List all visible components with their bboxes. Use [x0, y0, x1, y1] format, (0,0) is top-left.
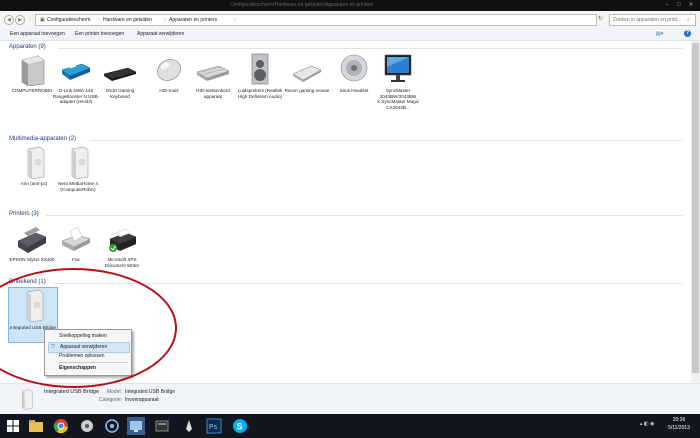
close-button[interactable]: ✕ [686, 2, 696, 8]
skype-icon[interactable]: S [231, 417, 249, 435]
title-bar: Configuratiescherm\Hardware en geluiden\… [0, 0, 700, 11]
mouse-icon [292, 65, 322, 82]
vertical-scrollbar[interactable] [691, 41, 700, 383]
keyboard-icon [104, 67, 136, 81]
search-icon: ⌕ [687, 17, 690, 23]
device-label: COMPUTERROBIN [11, 88, 53, 93]
usb-bridge-icon [22, 389, 33, 410]
keyboard-icon [197, 65, 229, 81]
device-label: G510 Gaming Keyboard [105, 88, 135, 99]
forward-button[interactable]: ▶ [15, 15, 25, 25]
device-label: D-Link DWA-140 RangeBooster N USB-adapte… [52, 88, 100, 105]
device-label: Sirus Headset [339, 88, 369, 93]
audio-app-icon[interactable] [153, 417, 171, 435]
network-icon[interactable] [103, 417, 121, 435]
section-printers[interactable]: Printers (3) [9, 211, 39, 217]
window-title: Configuratiescherm\Hardware en geluiden\… [230, 2, 374, 8]
details-pane: Integrated USB Bridge Model: Integrated … [0, 383, 700, 415]
details-device-name: Integrated USB Bridge [44, 389, 100, 395]
refresh-icon[interactable]: ↻ [598, 15, 603, 22]
media-server-icon [27, 146, 45, 179]
scrollbar-thumb[interactable] [692, 43, 699, 373]
control-panel-icon: ▣ [40, 17, 45, 23]
back-button[interactable]: ◀ [4, 15, 14, 25]
printer-icon [17, 227, 47, 253]
speaker-icon [251, 53, 269, 85]
svg-text:Ps: Ps [209, 424, 218, 431]
section-divider [54, 283, 683, 284]
remove-device-button[interactable]: Apparaat verwijderen [137, 31, 184, 37]
explorer-icon[interactable] [27, 417, 45, 435]
section-divider [90, 140, 683, 141]
section-divider [58, 48, 683, 49]
control-panel-icon[interactable] [127, 417, 145, 435]
breadcrumb-separator-icon: › [164, 17, 166, 23]
device-label: Recon gaming mouse [284, 88, 330, 93]
media-icon[interactable] [78, 417, 96, 435]
device-label: HID-toetsenbord apparaat [196, 88, 230, 99]
up-button[interactable]: ↑ [26, 15, 34, 23]
details-model-value: Integrated USB Bridge [125, 389, 176, 395]
device-label: SyncMaster 2043BW/2043BW X,SyncMaster Ma… [376, 88, 420, 110]
computer-icon [21, 55, 45, 86]
start-button-icon[interactable] [4, 417, 22, 435]
taskbar: Ps S ▴ ◧ ◉ 20:36 5/11/2013 [0, 414, 700, 438]
clock-time: 20:36 [672, 417, 686, 423]
breadcrumb-hardware[interactable]: Hardware en geluiden [103, 17, 152, 23]
section-devices[interactable]: Apparaten (9) [9, 44, 46, 50]
command-bar: Een apparaat toevoegen Een printer toevo… [0, 28, 700, 41]
add-device-button[interactable]: Een apparaat toevoegen [10, 31, 65, 37]
maximize-button[interactable]: □ [674, 2, 684, 8]
address-bar[interactable]: ▣ Configuratiescherm › Hardware en gelui… [35, 14, 597, 26]
view-options-icon[interactable]: ▤▾ [656, 31, 663, 37]
usb-adapter-icon [61, 63, 91, 80]
section-divider [46, 215, 683, 216]
breadcrumb-separator-icon: › [98, 17, 100, 23]
svg-text:S: S [237, 422, 243, 432]
tray-icons[interactable]: ▴ ◧ ◉ [640, 421, 654, 427]
search-placeholder: Zoeken in apparaten en print... [613, 17, 682, 23]
clock-date: 5/11/2013 [668, 425, 690, 431]
address-bar-row: ◀ ▶ ↑ ▣ Configuratiescherm › Hardware en… [0, 11, 700, 29]
photoshop-icon[interactable]: Ps [205, 417, 223, 435]
monitor-icon [384, 54, 412, 82]
device-label: EPSON Stylus SX400 [9, 257, 55, 262]
speaker-icon [340, 54, 368, 82]
media-server-icon [71, 146, 89, 179]
device-label: Nero MediaHome 4 (ComputerRobin) [58, 181, 98, 192]
mouse-icon [157, 59, 181, 81]
breadcrumb-configuratiescherm[interactable]: Configuratiescherm [47, 17, 90, 23]
device-label: Ann (ann-pc) [20, 181, 48, 186]
details-category-value: Invoerapparaat [125, 397, 159, 403]
pen-tool-icon[interactable] [180, 417, 198, 435]
section-multimedia[interactable]: Multimedia-apparaten (2) [9, 136, 76, 142]
breadcrumb-devices[interactable]: Apparaten en printers [169, 17, 217, 23]
minimize-button[interactable]: – [662, 2, 672, 8]
device-label: HID-muis [159, 88, 179, 93]
device-label: Luidsprekers (Realtek High Definition Au… [237, 88, 283, 99]
add-printer-button[interactable]: Een printer toevoegen [75, 31, 124, 37]
device-label: Fax [72, 257, 80, 262]
chrome-icon[interactable] [52, 417, 70, 435]
details-model-label: Model: [106, 389, 122, 395]
help-icon[interactable]: ? [684, 30, 691, 37]
breadcrumb-separator-icon: › [234, 17, 236, 23]
printer-icon [109, 228, 137, 252]
device-label: Microsoft XPS Document Writer [104, 257, 140, 268]
details-category-label: Categorie: [98, 397, 122, 403]
system-clock[interactable]: 20:36 5/11/2013 [664, 417, 694, 431]
search-input[interactable]: Zoeken in apparaten en print... ⌕ [609, 14, 696, 26]
fax-icon [61, 226, 91, 251]
